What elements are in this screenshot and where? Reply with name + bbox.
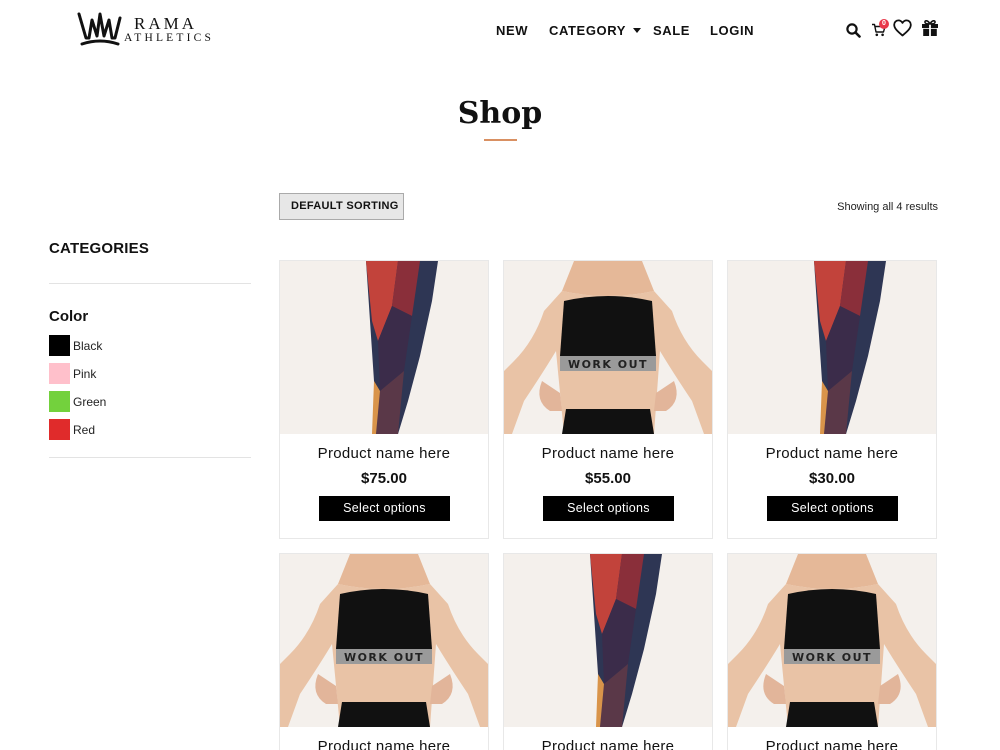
product-name[interactable]: Product name here xyxy=(280,738,488,750)
product-price: $30.00 xyxy=(809,470,855,487)
result-count: Showing all 4 results xyxy=(837,201,938,213)
sidebar-divider xyxy=(49,283,251,284)
color-filter-heading: Color xyxy=(49,308,89,325)
nav-item-new[interactable]: NEW xyxy=(496,23,528,38)
product-image-leggings[interactable] xyxy=(504,554,712,727)
color-swatch-green xyxy=(49,391,70,412)
product-card[interactable]: WORK OUT Product name here $55.00 Select… xyxy=(503,260,713,539)
sports-bra-image: WORK OUT xyxy=(728,554,936,727)
select-options-button[interactable]: Select options xyxy=(319,496,450,521)
brand-name-top: RAMA xyxy=(134,14,198,33)
product-card[interactable]: WORK OUT Product name here xyxy=(727,553,937,750)
sort-dropdown[interactable]: DEFAULT SORTING xyxy=(279,193,404,220)
categories-heading: CATEGORIES xyxy=(49,240,150,257)
product-image-sports-bra[interactable]: WORK OUT xyxy=(280,554,488,727)
color-label: Black xyxy=(73,339,103,353)
svg-text:WORK OUT: WORK OUT xyxy=(568,358,648,371)
sports-bra-image: WORK OUT xyxy=(504,261,712,434)
color-label: Green xyxy=(73,395,107,409)
leggings-image xyxy=(280,261,488,434)
product-image-sports-bra[interactable]: WORK OUT xyxy=(504,261,712,434)
product-name[interactable]: Product name here xyxy=(504,738,712,750)
product-name[interactable]: Product name here xyxy=(280,445,488,462)
color-swatch-red xyxy=(49,419,70,440)
crown-icon xyxy=(77,12,122,46)
nav-item-login[interactable]: LOGIN xyxy=(710,23,754,38)
product-name[interactable]: Product name here xyxy=(728,738,936,750)
page-title: Shop xyxy=(457,96,543,131)
sidebar-divider xyxy=(49,457,251,458)
product-image-leggings[interactable] xyxy=(728,261,936,434)
color-swatch-pink xyxy=(49,363,70,384)
product-card[interactable]: Product name here $30.00 Select options xyxy=(727,260,937,539)
sports-bra-image: WORK OUT xyxy=(280,554,488,727)
nav-item-category[interactable]: CATEGORY xyxy=(549,23,642,38)
brand-logo[interactable]: RAMA ATHLETICS xyxy=(76,8,211,54)
product-name[interactable]: Product name here xyxy=(504,445,712,462)
nav-item-category-label: CATEGORY xyxy=(549,23,627,38)
svg-text:WORK OUT: WORK OUT xyxy=(344,651,424,664)
product-card[interactable]: Product name here $75.00 Select options xyxy=(279,260,489,539)
color-label: Pink xyxy=(73,367,97,381)
gift-icon[interactable] xyxy=(921,19,939,37)
color-swatch-black xyxy=(49,335,70,356)
leggings-image xyxy=(728,261,936,434)
product-card[interactable]: WORK OUT Product name here xyxy=(279,553,489,750)
product-price: $75.00 xyxy=(361,470,407,487)
select-options-button[interactable]: Select options xyxy=(543,496,674,521)
color-label: Red xyxy=(73,423,96,437)
product-image-sports-bra[interactable]: WORK OUT xyxy=(728,554,936,727)
leggings-image xyxy=(504,554,712,727)
product-name[interactable]: Product name here xyxy=(728,445,936,462)
site-header: RAMA ATHLETICS NEW CATEGORY SALE LOGIN 0 xyxy=(0,0,1000,62)
search-icon[interactable] xyxy=(846,23,861,38)
nav-item-sale[interactable]: SALE xyxy=(653,23,690,38)
product-card[interactable]: Product name here xyxy=(503,553,713,750)
product-image-leggings[interactable] xyxy=(280,261,488,434)
cart-count-badge: 0 xyxy=(879,19,889,29)
brand-name-bottom: ATHLETICS xyxy=(124,32,215,44)
caret-down-icon xyxy=(633,28,642,33)
svg-text:WORK OUT: WORK OUT xyxy=(792,651,872,664)
title-underline xyxy=(484,139,517,141)
select-options-button[interactable]: Select options xyxy=(767,496,898,521)
product-price: $55.00 xyxy=(585,470,631,487)
heart-icon[interactable] xyxy=(893,19,912,37)
